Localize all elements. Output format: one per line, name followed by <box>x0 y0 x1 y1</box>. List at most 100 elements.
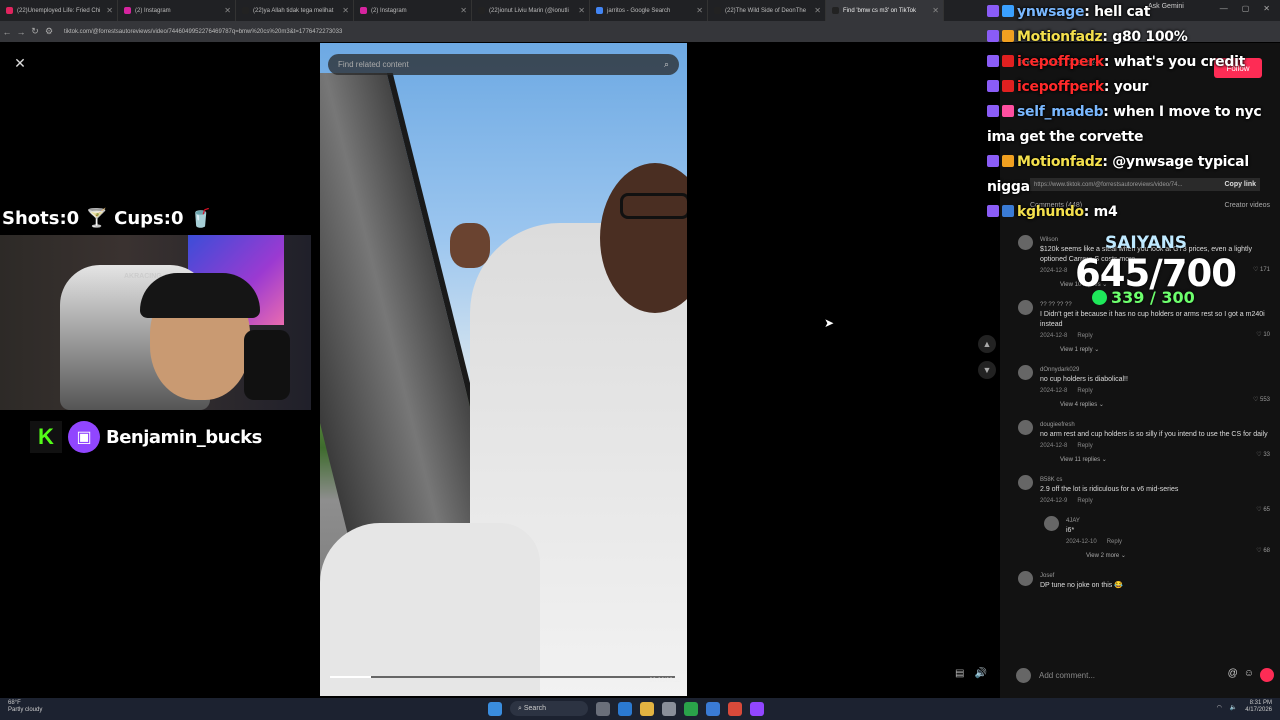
weather-widget[interactable]: 68°F Partly cloudy <box>8 700 42 714</box>
file-explorer-icon[interactable] <box>640 701 654 716</box>
video-player[interactable]: 00:06/00:55 <box>320 43 687 696</box>
reply-button[interactable]: Reply <box>1107 539 1122 545</box>
chat-username: kghundo <box>1017 204 1084 220</box>
tab-label: Find 'bmw cs m3' on TikTok <box>843 7 916 14</box>
avatar[interactable] <box>1018 365 1033 380</box>
browser-tab[interactable]: Find 'bmw cs m3' on TikTok ✕ <box>826 0 944 21</box>
chrome-icon[interactable] <box>684 701 698 716</box>
like-count[interactable]: ♡ 10 <box>1256 330 1270 340</box>
sub-count: 339 / 300 <box>1092 288 1195 307</box>
chat-badge-icon <box>1002 30 1014 42</box>
like-count[interactable]: ♡ 553 <box>1253 395 1270 405</box>
chat-username: icepoffperk <box>1017 54 1104 70</box>
reply-button[interactable]: Reply <box>1077 443 1092 449</box>
avatar[interactable] <box>1018 420 1033 435</box>
close-tab-icon[interactable]: ✕ <box>224 6 231 15</box>
comment-item: Josef DP tune no joke on this 😂 <box>1018 571 1274 591</box>
search-input[interactable]: Find related content ⌕ <box>328 54 679 75</box>
previous-video-icon[interactable]: ▲ <box>978 335 996 353</box>
emoji-icon[interactable]: ☺ <box>1244 668 1254 682</box>
browser-tab[interactable]: (22)Unemployed Life: Fried Chi ✕ <box>0 0 118 21</box>
taskbar: 68°F Partly cloudy ⌕ Search ◠ 🔈 8:31 PM … <box>0 698 1280 720</box>
browser-tab[interactable]: jarritos - Google Search ✕ <box>590 0 708 21</box>
tab-label: (22)The Wild Side of DeonThe <box>725 7 807 14</box>
view-replies-button[interactable]: View 11 replies ⌄ <box>1040 455 1274 465</box>
avatar <box>1016 667 1031 683</box>
app-icon[interactable] <box>706 701 720 716</box>
mention-icon[interactable]: @ <box>1228 668 1238 682</box>
app-icon-3[interactable] <box>750 701 764 716</box>
view-replies-button[interactable]: View 1 reply ⌄ <box>1040 345 1274 355</box>
favicon-icon <box>124 7 131 14</box>
site-info-icon[interactable]: ⚙ <box>42 26 56 37</box>
video-progress-bar[interactable] <box>330 676 675 678</box>
shots-cups-counter: Shots:0 🍸 Cups:0 🥤 <box>2 208 213 229</box>
avatar[interactable] <box>1044 516 1059 531</box>
avatar[interactable] <box>1018 300 1033 315</box>
close-tab-icon[interactable]: ✕ <box>460 6 467 15</box>
add-comment-bar: Add comment... @ ☺ <box>1016 665 1274 685</box>
forward-icon[interactable]: → <box>14 27 28 37</box>
like-count-value: 33 <box>1263 452 1270 458</box>
start-icon[interactable] <box>488 701 502 716</box>
clock-date: 4/17/2026 <box>1245 707 1272 713</box>
comment-username[interactable]: B58K cs <box>1040 475 1274 485</box>
wifi-icon[interactable]: ◠ <box>1217 704 1222 711</box>
comment-username[interactable]: dougieefresh <box>1040 420 1274 430</box>
send-button[interactable] <box>1260 668 1274 682</box>
add-comment-input[interactable]: Add comment... <box>1039 671 1095 680</box>
close-tab-icon[interactable]: ✕ <box>106 6 113 15</box>
close-icon[interactable]: ✕ <box>12 55 28 71</box>
comment-date: 2024-12-8 <box>1040 388 1068 394</box>
close-tab-icon[interactable]: ✕ <box>578 6 585 15</box>
video-time: 00:06/00:55 <box>649 678 681 684</box>
like-count[interactable]: ♡ 171 <box>1253 265 1270 275</box>
chat-badge-icon <box>1002 155 1014 167</box>
avatar[interactable] <box>1018 475 1033 490</box>
next-video-icon[interactable]: ▼ <box>978 361 996 379</box>
miniplayer-icon[interactable]: ▤ <box>955 668 964 679</box>
comment-username[interactable]: Josef <box>1040 571 1274 581</box>
comment-date: 2024-12-9 <box>1040 498 1068 504</box>
close-tab-icon[interactable]: ✕ <box>696 6 703 15</box>
chat-badge-icon <box>987 105 999 117</box>
chat-message: self_madeb: when I move to nyc ima get t… <box>987 100 1280 150</box>
view-replies-button[interactable]: View 4 replies ⌄ <box>1040 400 1274 410</box>
reply-button[interactable]: Reply <box>1077 388 1092 394</box>
avatar[interactable] <box>1018 571 1033 586</box>
close-tab-icon[interactable]: ✕ <box>342 6 349 15</box>
avatar[interactable] <box>1018 235 1033 250</box>
app-icon-2[interactable] <box>728 701 742 716</box>
comment-item: dougieefresh no arm rest and cup holders … <box>1018 420 1274 465</box>
volume-icon[interactable]: 🔊 <box>974 668 986 679</box>
reload-icon[interactable]: ↻ <box>28 26 42 37</box>
settings-icon[interactable] <box>662 701 676 716</box>
url-field[interactable]: tiktok.com/@forrestsautoreviews/video/74… <box>64 29 342 35</box>
browser-tab[interactable]: (2) Instagram ✕ <box>118 0 236 21</box>
close-tab-icon[interactable]: ✕ <box>814 6 821 15</box>
view-replies-button[interactable]: View 2 more ⌄ <box>1066 551 1274 561</box>
reply-button[interactable]: Reply <box>1077 498 1092 504</box>
speaker-icon[interactable]: 🔈 <box>1230 704 1237 711</box>
browser-tab[interactable]: (2) Instagram ✕ <box>354 0 472 21</box>
edge-icon[interactable] <box>618 701 632 716</box>
browser-tab[interactable]: (22)The Wild Side of DeonThe ✕ <box>708 0 826 21</box>
search-icon[interactable]: ⌕ <box>664 59 669 70</box>
browser-tab[interactable]: (22)ya Allah tidak tega melihat ✕ <box>236 0 354 21</box>
like-count[interactable]: ♡ 68 <box>1256 546 1270 556</box>
chat-username: self_madeb <box>1017 104 1104 120</box>
tab-label: (22)Unemployed Life: Fried Chi <box>17 7 101 14</box>
close-tab-icon[interactable]: ✕ <box>932 6 939 15</box>
task-view-icon[interactable] <box>596 701 610 716</box>
clock[interactable]: 8:31 PM 4/17/2026 <box>1245 700 1272 714</box>
comment-username[interactable]: 4JAY <box>1066 516 1274 526</box>
comment-username[interactable]: dOnnydark029 <box>1040 365 1274 375</box>
like-count[interactable]: ♡ 33 <box>1256 450 1270 460</box>
back-icon[interactable]: ← <box>0 27 14 37</box>
like-count[interactable]: ♡ 65 <box>1256 505 1270 515</box>
browser-tab[interactable]: (22)ionut Liviu Marin (@ionutli ✕ <box>472 0 590 21</box>
taskbar-search[interactable]: ⌕ Search <box>510 701 588 716</box>
chat-username: Motionfadz <box>1017 154 1103 170</box>
temperature: 68°F <box>8 700 21 706</box>
reply-button[interactable]: Reply <box>1077 333 1092 339</box>
